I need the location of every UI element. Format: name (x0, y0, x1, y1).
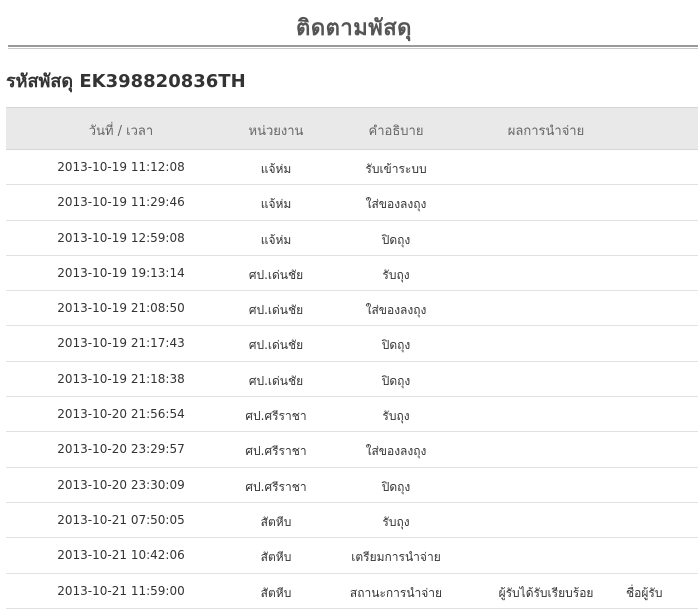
cell-datetime: 2013-10-21 10:42:06 (57, 548, 185, 563)
cell-office: ศป.ศรีราชา (245, 409, 307, 424)
cell-description: ปิดถุง (381, 338, 411, 353)
cell-datetime: 2013-10-20 21:56:54 (57, 407, 185, 422)
cell-description: ใส่ของลงถุง (365, 197, 427, 212)
cell-datetime: 2013-10-19 21:17:43 (57, 336, 185, 351)
table-row: 2013-10-19 19:13:14 ศป.เด่นชัย รับถุง (6, 256, 698, 292)
title-divider (8, 45, 698, 47)
column-header-datetime: วันที่ / เวลา (88, 124, 154, 139)
table-row: 2013-10-20 23:30:09 ศป.ศรีราชา ปิดถุง (6, 468, 698, 503)
cell-office: แจ้ห่ม (260, 197, 292, 212)
cell-description: ปิดถุง (381, 373, 411, 388)
cell-description: ใส่ของลงถุง (365, 444, 427, 459)
cell-office: สัตหีบ (260, 514, 292, 529)
table-row: 2013-10-19 11:12:08 แจ้ห่ม รับเข้าระบบ (6, 150, 698, 186)
table-row: 2013-10-19 12:59:08 แจ้ห่ม ปิดถุง (6, 221, 698, 256)
cell-datetime: 2013-10-19 11:29:46 (57, 195, 185, 210)
cell-office: สัตหีบ (260, 550, 292, 565)
cell-description: รับถุง (382, 514, 410, 529)
cell-datetime: 2013-10-21 11:59:00 (57, 583, 185, 598)
table-row: 2013-10-21 11:59:00 สัตหีบ สถานะการนำจ่าย ผ… (6, 574, 698, 609)
cell-description: ใส่ของลงถุง (365, 303, 427, 318)
tracking-table: วันที่ / เวลา หน่วยงาน คำอธิบาย ผลการนำจ… (6, 107, 698, 609)
cell-datetime: 2013-10-21 07:50:05 (57, 512, 185, 527)
cell-description: ปิดถุง (381, 479, 411, 494)
cell-description: รับถุง (382, 409, 410, 424)
cell-office: ศป.ศรีราชา (245, 444, 307, 459)
cell-datetime: 2013-10-20 23:30:09 (57, 477, 185, 492)
title-divider-shadow (8, 48, 698, 49)
table-row: 2013-10-19 21:08:50 ศป.เด่นชัย ใส่ของลงถุง (6, 291, 698, 327)
page-title: ติดตามพัสดุ (296, 16, 412, 41)
cell-office: ศป.เด่นชัย (248, 303, 304, 318)
cell-office: ศป.เด่นชัย (248, 338, 304, 353)
cell-datetime: 2013-10-20 23:29:57 (57, 442, 185, 457)
cell-receiver: ชื่อผู้รับ (626, 585, 663, 600)
table-body: 2013-10-19 11:12:08 แจ้ห่ม รับเข้าระบบ 2013… (6, 150, 698, 609)
table-row: 2013-10-21 10:42:06 สัตหีบ เตรียมการนำจ่าย (6, 538, 698, 574)
table-row: 2013-10-20 21:56:54 ศป.ศรีราชา รับถุง (6, 397, 698, 433)
cell-office: ศป.เด่นชัย (248, 267, 304, 282)
tracking-number-heading: รหัสพัสดุ EK398820836TH (6, 71, 246, 92)
cell-office: ศป.ศรีราชา (245, 479, 307, 494)
cell-datetime: 2013-10-19 12:59:08 (57, 230, 185, 245)
table-row: 2013-10-21 07:50:05 สัตหีบ รับถุง (6, 503, 698, 539)
cell-datetime: 2013-10-19 21:18:38 (57, 371, 185, 386)
cell-datetime: 2013-10-19 19:13:14 (57, 265, 185, 280)
cell-description: เตรียมการนำจ่าย (351, 550, 441, 565)
column-header-description: คำอธิบาย (368, 124, 424, 139)
column-header-result: ผลการนำจ่าย (507, 124, 585, 139)
cell-result: ผู้รับได้รับเรียบร้อย (498, 585, 594, 600)
table-row: 2013-10-20 23:29:57 ศป.ศรีราชา ใส่ของลงถุง (6, 432, 698, 468)
cell-office: แจ้ห่ม (260, 162, 292, 176)
cell-office: สัตหีบ (260, 585, 292, 600)
cell-description: รับเข้าระบบ (365, 162, 427, 176)
cell-office: ศป.เด่นชัย (248, 373, 304, 388)
table-row: 2013-10-19 11:29:46 แจ้ห่ม ใส่ของลงถุง (6, 185, 698, 221)
cell-description: สถานะการนำจ่าย (349, 585, 443, 600)
table-header-row: วันที่ / เวลา หน่วยงาน คำอธิบาย ผลการนำจ… (6, 107, 698, 150)
cell-datetime: 2013-10-19 21:08:50 (57, 301, 185, 316)
cell-datetime: 2013-10-19 11:12:08 (57, 160, 185, 174)
table-row: 2013-10-19 21:18:38 ศป.เด่นชัย ปิดถุง (6, 362, 698, 398)
cell-description: ปิดถุง (381, 232, 411, 247)
cell-office: แจ้ห่ม (260, 232, 292, 247)
table-row: 2013-10-19 21:17:43 ศป.เด่นชัย ปิดถุง (6, 326, 698, 362)
column-header-office: หน่วยงาน (248, 124, 304, 139)
cell-description: รับถุง (382, 267, 410, 282)
